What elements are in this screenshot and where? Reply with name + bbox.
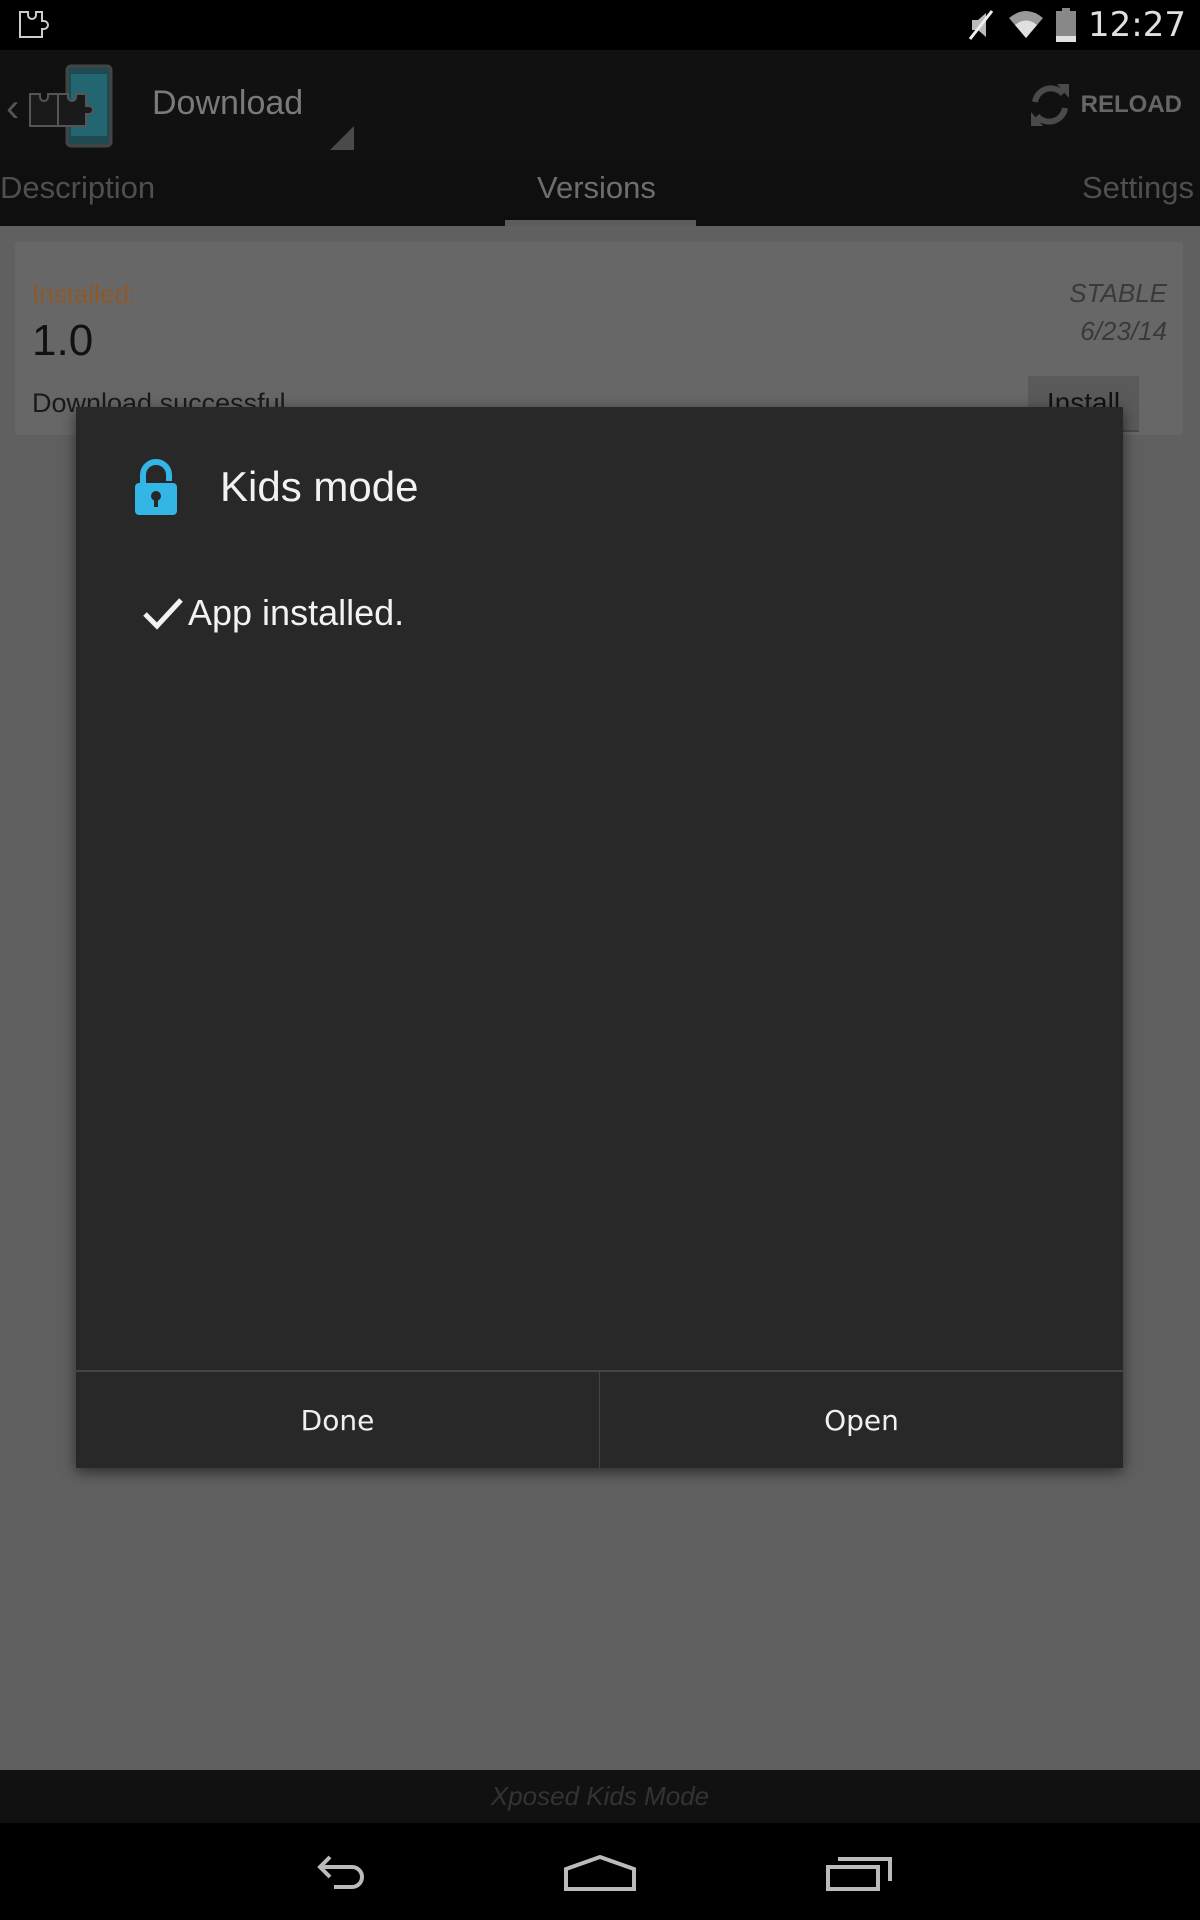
up-caret-icon[interactable]: ‹ [6, 86, 19, 131]
lock-icon [135, 459, 177, 515]
spinner-indicator-icon [330, 126, 354, 150]
release-type: STABLE [1069, 278, 1167, 308]
refresh-icon [1030, 84, 1069, 126]
footer-bar: Xposed Kids Mode [0, 1770, 1200, 1823]
action-bar: ‹ Download RELOAD [0, 50, 1200, 160]
dialog-message: App installed. [142, 592, 404, 634]
open-button[interactable]: Open [599, 1372, 1123, 1468]
footer-text: Xposed Kids Mode [490, 1781, 710, 1811]
done-button[interactable]: Done [76, 1372, 599, 1468]
install-dialog: Kids mode App installed. Done Open [76, 407, 1123, 1468]
action-bar-title[interactable]: Download [152, 84, 303, 123]
navigation-bar [0, 1823, 1200, 1920]
tab-versions[interactable]: Versions [537, 170, 656, 206]
back-icon[interactable] [312, 1855, 372, 1891]
checkmark-icon [143, 598, 183, 630]
version-number: 1.0 [32, 316, 94, 365]
clock: 12:27 [1088, 5, 1186, 45]
wifi-icon [1009, 11, 1044, 38]
reload-button[interactable]: RELOAD [1027, 80, 1182, 130]
dialog-message-text: App installed. [188, 592, 405, 633]
recent-apps-icon[interactable] [824, 1855, 894, 1891]
home-icon[interactable] [562, 1855, 638, 1891]
dialog-button-row: Done Open [76, 1370, 1123, 1468]
dialog-title: Kids mode [220, 463, 419, 510]
tab-settings[interactable]: Settings [1082, 170, 1194, 206]
release-date: 6/23/14 [1080, 316, 1167, 346]
battery-icon [1056, 8, 1077, 42]
xposed-app-icon[interactable] [22, 64, 122, 148]
reload-label: RELOAD [1080, 91, 1182, 118]
status-bar: 12:27 [0, 0, 1200, 50]
tab-description[interactable]: Description [0, 170, 155, 206]
tab-bar: Description Versions Settings [0, 160, 1200, 226]
mute-icon [968, 10, 994, 40]
installed-label: Installed: [32, 279, 137, 309]
xposed-notification-icon [19, 11, 49, 38]
